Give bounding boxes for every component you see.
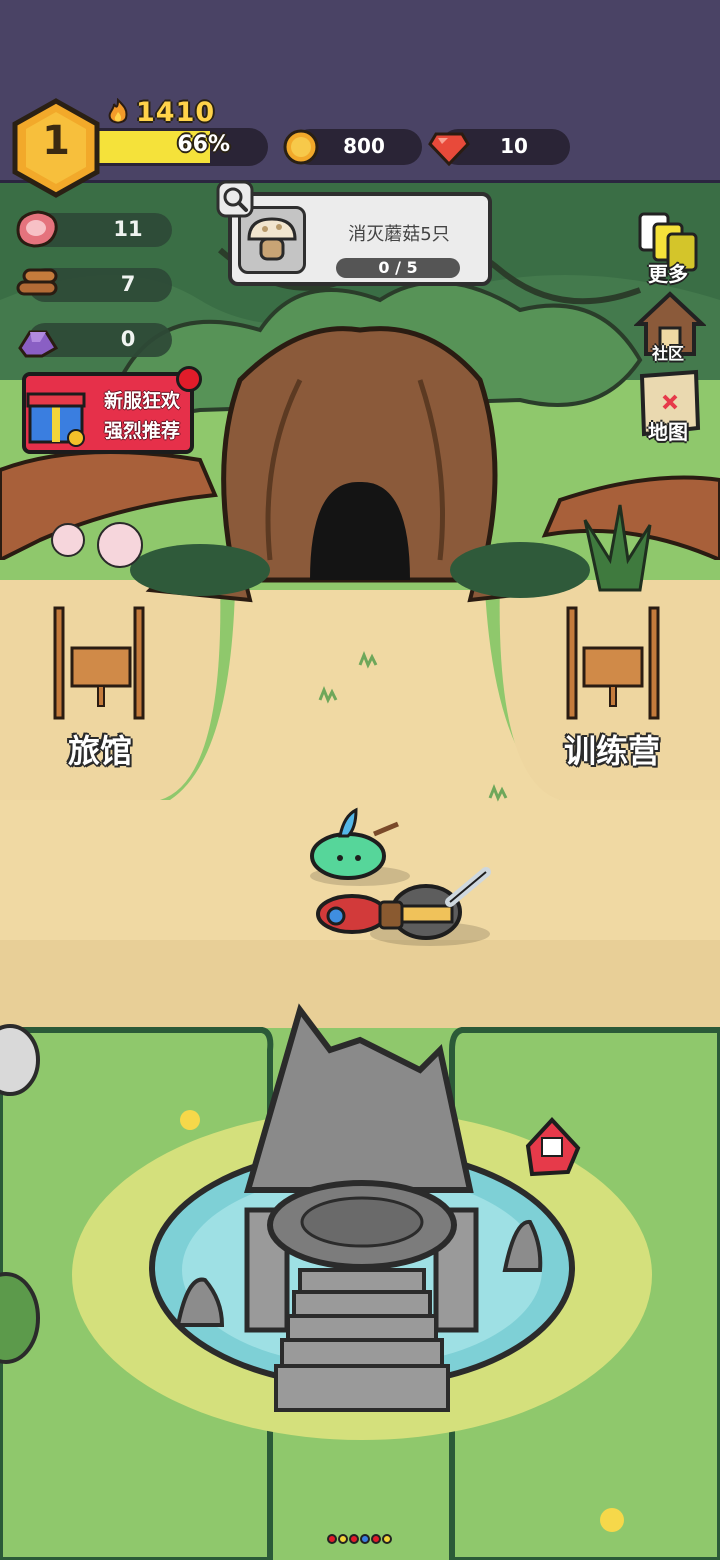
shop-marker-icon[interactable] [520,1116,584,1180]
page-dot [382,1534,392,1544]
xp-percent: 66% [177,132,230,157]
gem-value: 10 [500,134,528,158]
power-value: 1410 [136,96,216,128]
search-icon[interactable] [216,180,254,218]
wood-icon [16,268,58,296]
page-dot [360,1534,370,1544]
page-dot [349,1534,359,1544]
power-display: 1410 [106,96,215,128]
meat-value: 11 [113,217,143,241]
wood-value: 7 [120,272,136,296]
coin-value: 800 [343,134,385,158]
mushroom-icon [247,217,297,261]
notification-dot [176,366,202,392]
community-label[interactable]: 社区 [632,340,704,364]
promo-banner[interactable]: 新服狂欢 强烈推荐 [22,372,194,454]
inn-label[interactable]: 旅馆 [68,726,132,772]
gift-icon [26,392,86,447]
training-camp-label[interactable]: 训练营 [564,726,660,772]
level-number: 1 [42,118,70,164]
map-label[interactable]: 地图 [632,416,704,445]
quest-card[interactable]: 消灭蘑菇5只 0 / 5 [228,192,492,286]
page-dot [327,1534,337,1544]
quest-progress: 0 / 5 [378,258,418,277]
xp-bar: 66% [98,128,268,166]
meat-icon [16,210,58,248]
gem-icon [428,132,470,166]
page-dot [338,1534,348,1544]
promo-line2: 强烈推荐 [103,420,180,442]
coin-icon [283,129,319,165]
more-label[interactable]: 更多 [632,258,704,287]
game-screen: 66% 1 1410 800 10 11 7 0 消灭蘑菇5只 0 / 5 新服… [0,0,720,1560]
hero-party[interactable] [300,806,500,950]
fire-icon [108,98,128,124]
promo-line1: 新服狂欢 [103,390,180,412]
page-dot [371,1534,381,1544]
ore-icon [18,330,59,358]
quest-title: 消灭蘑菇5只 [348,224,450,245]
ore-value: 0 [120,327,136,351]
